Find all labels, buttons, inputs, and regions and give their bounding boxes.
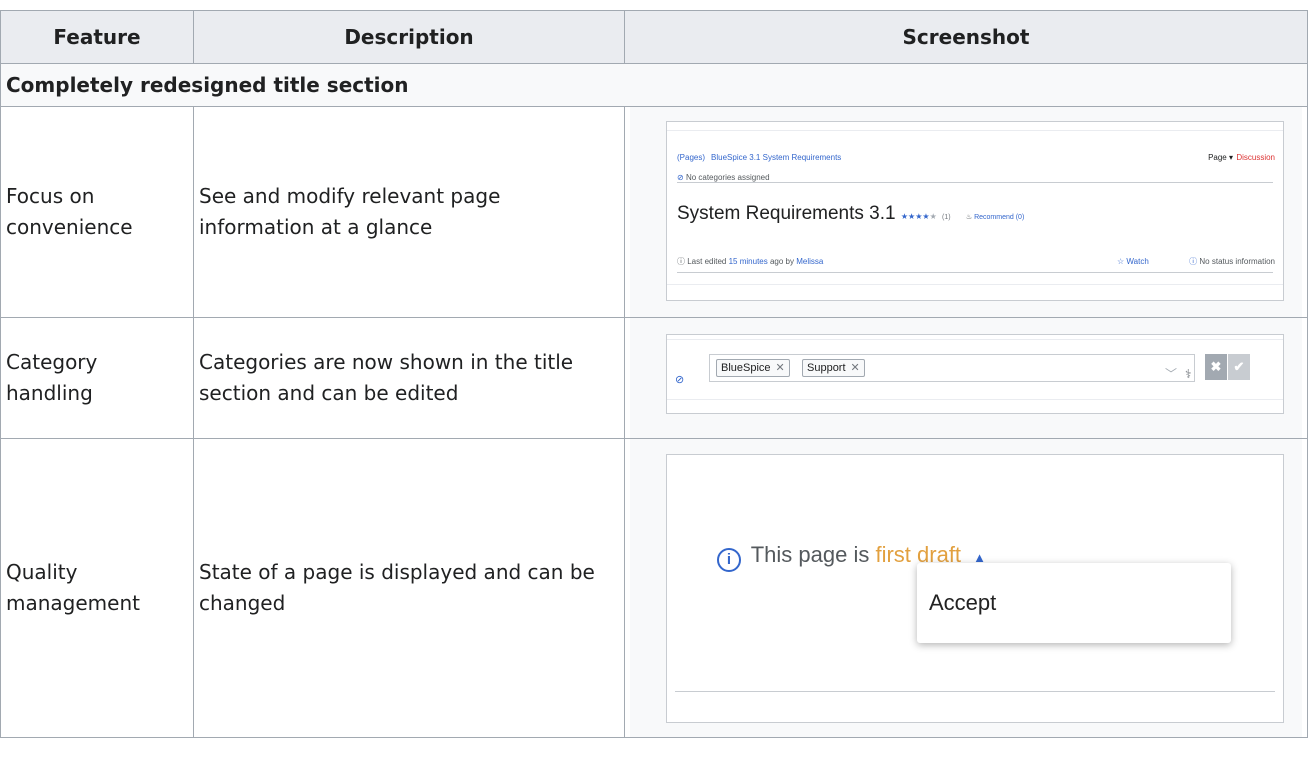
header-description: Description	[193, 10, 625, 64]
section-row: Completely redesigned title section	[0, 63, 1308, 107]
divider	[667, 130, 1283, 131]
chevron-down-icon[interactable]: ﹀	[1165, 359, 1177, 390]
divider	[667, 284, 1283, 285]
state-prefix: This page is	[750, 542, 870, 567]
screenshot-cell: i This page is first draft ▲ Accept	[624, 438, 1308, 738]
category-chip: BlueSpice ✕	[716, 359, 790, 377]
section-title: Completely redesigned title section	[0, 63, 1308, 107]
feature-cell: Category handling	[0, 317, 194, 439]
last-edited-mid: ago by	[769, 257, 795, 266]
category-input[interactable]: BlueSpice ✕ Support ✕	[709, 354, 1195, 382]
screenshot-cell: (Pages) BlueSpice 3.1 System Requirements…	[624, 106, 1308, 318]
screenshot-quality-state: i This page is first draft ▲ Accept	[630, 439, 1302, 737]
feature-cell: Quality management	[0, 438, 194, 738]
screenshot-cell: ⊘ BlueSpice ✕ Support ✕ ﹀ ⚕ ✖ ✔	[624, 317, 1308, 439]
caret-down-icon: ▾	[1228, 153, 1233, 162]
divider	[667, 339, 1283, 340]
last-edited-user-link[interactable]: Melissa	[796, 257, 823, 266]
page-title: System Requirements 3.1 ★★★★★ (1) ♨ Reco…	[677, 198, 1024, 233]
divider	[675, 691, 1275, 692]
description-cell: See and modify relevant page information…	[193, 106, 625, 318]
divider	[667, 399, 1283, 400]
divider	[677, 182, 1273, 183]
state-dropdown-menu: Accept	[917, 563, 1231, 643]
cancel-button[interactable]: ✖	[1205, 354, 1227, 380]
last-edited-time-link[interactable]: 15 minutes	[729, 257, 768, 266]
header-screenshot: Screenshot	[624, 10, 1308, 64]
rating-stars-icon[interactable]: ★★★★★	[901, 212, 937, 221]
page-title-text: System Requirements 3.1	[677, 203, 896, 224]
info-icon: ⓘ	[677, 257, 685, 266]
save-button[interactable]: ✔	[1228, 354, 1250, 380]
star-icon: ☆	[1117, 257, 1125, 266]
no-status-text: No status information	[1199, 257, 1275, 266]
recommend-label: Recommend (0)	[974, 214, 1025, 221]
feature-cell: Focus on convenience	[0, 106, 194, 318]
feature-table: Feature Description Screenshot Completel…	[0, 10, 1308, 738]
info-icon: ⓘ	[1189, 257, 1198, 266]
screenshot-title-section: (Pages) BlueSpice 3.1 System Requirements…	[630, 107, 1302, 317]
no-categories-text: No categories assigned	[685, 173, 770, 182]
discussion-link[interactable]: Discussion	[1236, 142, 1275, 173]
check-icon: ✔	[1233, 359, 1245, 374]
screenshot-category-editor: ⊘ BlueSpice ✕ Support ✕ ﹀ ⚕ ✖ ✔	[630, 318, 1302, 438]
info-icon: i	[717, 548, 741, 572]
breadcrumb-page-link[interactable]: BlueSpice 3.1 System Requirements	[711, 153, 841, 162]
quality-state-card: i This page is first draft ▲ Accept	[666, 454, 1284, 723]
header-feature: Feature	[0, 10, 194, 64]
remove-chip-icon[interactable]: ✕	[776, 362, 785, 374]
category-tree-icon[interactable]: ⚕	[1185, 359, 1192, 390]
menu-item-accept[interactable]: Accept	[929, 587, 996, 618]
table-row: Quality management State of a page is di…	[0, 438, 1308, 738]
last-edited-prefix: Last edited	[687, 257, 727, 266]
categories-line: ⊘ No categories assigned	[677, 162, 770, 193]
description-cell: Categories are now shown in the title se…	[193, 317, 625, 439]
page-menu-label: Page	[1208, 153, 1227, 162]
page-menu[interactable]: Page ▾	[1208, 142, 1233, 173]
rating-count: (1)	[942, 214, 951, 221]
table-row: Category handling Categories are now sho…	[0, 317, 1308, 439]
flame-icon: ♨	[965, 214, 973, 221]
tag-icon: ⊘	[675, 374, 685, 386]
description-cell: State of a page is displayed and can be …	[193, 438, 625, 738]
category-chip-label: BlueSpice	[721, 362, 771, 374]
table-row: Focus on convenience See and modify rele…	[0, 106, 1308, 318]
category-chip: Support ✕	[802, 359, 865, 377]
breadcrumb-namespace-link[interactable]: (Pages)	[677, 153, 705, 162]
remove-chip-icon[interactable]: ✕	[851, 362, 860, 374]
divider	[677, 272, 1273, 273]
close-icon: ✖	[1210, 359, 1222, 374]
tag-icon: ⊘	[677, 173, 684, 182]
category-chip-label: Support	[807, 362, 846, 374]
recommend-link[interactable]: ♨ Recommend (0)	[966, 214, 1024, 221]
header-row: Feature Description Screenshot	[0, 10, 1308, 64]
title-section-card: (Pages) BlueSpice 3.1 System Requirements…	[666, 121, 1284, 301]
category-editor-card: ⊘ BlueSpice ✕ Support ✕ ﹀ ⚕ ✖ ✔	[666, 334, 1284, 414]
watch-label: Watch	[1126, 257, 1149, 266]
